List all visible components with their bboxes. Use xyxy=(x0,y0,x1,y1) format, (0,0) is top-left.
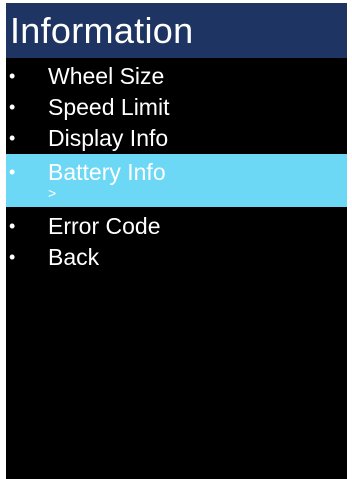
menu-item-label: Error Code xyxy=(48,213,161,239)
menu-item-label: Speed Limit xyxy=(48,94,170,120)
menu-item-label: Display Info xyxy=(48,125,169,151)
bullet-icon: • xyxy=(9,247,16,267)
page-title: Information xyxy=(10,10,194,51)
bullet-icon: • xyxy=(9,128,16,148)
bullet-icon: • xyxy=(9,162,16,182)
menu-item-label: Back xyxy=(48,244,100,270)
bullet-icon: • xyxy=(9,216,16,236)
menu-item-error-code[interactable]: • Error Code xyxy=(6,211,347,242)
menu-item-label: Battery Info xyxy=(48,159,166,185)
device-screen: Information • Wheel Size • Speed Limit •… xyxy=(6,3,347,479)
bullet-icon: • xyxy=(9,97,16,117)
information-menu: • Wheel Size • Speed Limit • Display Inf… xyxy=(6,61,347,273)
menu-item-display-info[interactable]: • Display Info xyxy=(6,123,347,154)
menu-item-speed-limit[interactable]: • Speed Limit xyxy=(6,92,347,123)
menu-item-battery-info[interactable]: • Battery Info > xyxy=(6,154,347,207)
menu-item-back[interactable]: • Back xyxy=(6,242,347,273)
menu-item-label: Wheel Size xyxy=(48,63,165,89)
menu-item-wheel-size[interactable]: • Wheel Size xyxy=(6,61,347,92)
bullet-icon: • xyxy=(9,66,16,86)
submenu-arrow-icon: > xyxy=(48,185,57,201)
header-bar: Information xyxy=(6,3,347,58)
